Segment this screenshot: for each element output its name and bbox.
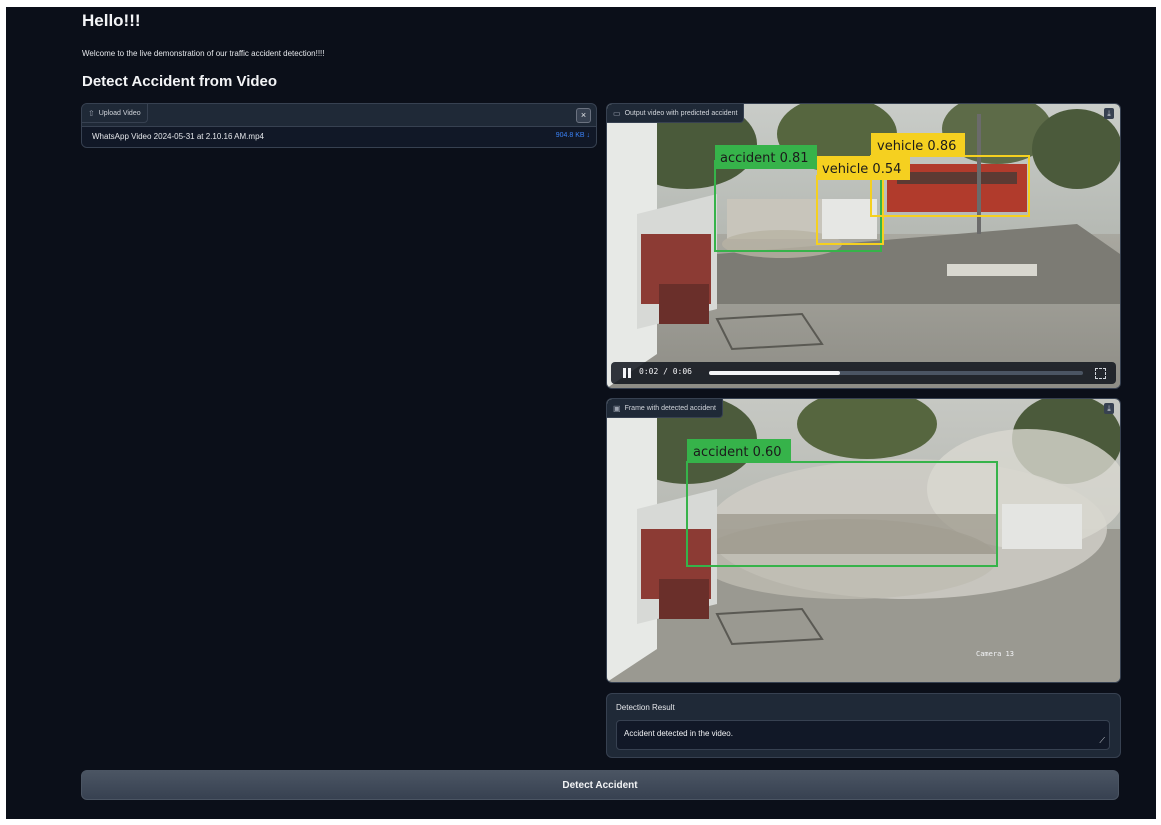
upload-video-label: ⇧ Upload Video: [82, 104, 148, 123]
detection-result-text: Accident detected in the video.: [624, 729, 733, 738]
detect-accident-button[interactable]: Detect Accident: [81, 770, 1119, 800]
file-download-link[interactable]: 904.8 KB ↓: [556, 132, 590, 139]
welcome-text: Welcome to the live demonstration of our…: [82, 49, 325, 58]
detected-frame-label-text: Frame with detected accident: [624, 404, 716, 412]
upload-video-block: ⇧ Upload Video × WhatsApp Video 2024-05-…: [81, 103, 597, 148]
file-name: WhatsApp Video 2024-05-31 at 2.10.16 AM.…: [92, 132, 264, 141]
detection-label-vehicle-2: vehicle 0.86: [877, 139, 956, 154]
section-title: Detect Accident from Video: [82, 73, 278, 90]
download-icon: ⤓: [1107, 404, 1111, 413]
output-video-label: ▭ Output video with predicted accident: [607, 104, 745, 123]
detection-label-accident: accident 0.81: [720, 151, 809, 166]
detected-frame-image: accident 0.60 Camera 13: [607, 399, 1120, 682]
clear-file-button[interactable]: ×: [576, 108, 591, 123]
uploaded-file-row: WhatsApp Video 2024-05-31 at 2.10.16 AM.…: [82, 126, 596, 147]
video-progress-fill: [709, 371, 840, 375]
detected-frame-block: ▣ Frame with detected accident ⤓ acciden…: [606, 398, 1121, 683]
pause-icon[interactable]: [623, 368, 631, 378]
close-icon: ×: [580, 110, 587, 120]
output-video-player[interactable]: accident 0.81 vehicle 0.54 vehicle 0.86: [607, 104, 1120, 388]
camera-overlay-text: Camera 13: [976, 650, 1014, 658]
detection-result-block: Detection Result Accident detected in th…: [606, 693, 1121, 758]
page-title: Hello!!!: [82, 11, 141, 30]
video-icon: ▭: [613, 108, 621, 118]
download-icon: ⤓: [1107, 109, 1111, 118]
output-video-block: ▭ Output video with predicted accident ⤓: [606, 103, 1121, 389]
download-frame-button[interactable]: ⤓: [1104, 403, 1114, 414]
upload-video-label-text: Upload Video: [98, 109, 141, 117]
output-video-label-text: Output video with predicted accident: [624, 109, 738, 117]
resize-handle-icon[interactable]: ⟋: [1099, 736, 1105, 746]
detected-frame-label: ▣ Frame with detected accident: [607, 399, 723, 418]
upload-icon: ⇧: [88, 108, 95, 118]
fullscreen-icon[interactable]: [1095, 368, 1106, 379]
video-controls: 0:02 / 0:06: [611, 362, 1116, 384]
image-icon: ▣: [613, 403, 621, 413]
detection-label-vehicle-1: vehicle 0.54: [822, 162, 901, 177]
download-video-button[interactable]: ⤓: [1104, 108, 1114, 119]
video-progress-bar[interactable]: [709, 371, 1083, 375]
detection-result-textbox[interactable]: Accident detected in the video. ⟋: [616, 720, 1110, 750]
frame-detection-label-accident: accident 0.60: [693, 445, 782, 460]
detection-result-label: Detection Result: [616, 703, 675, 712]
app-container: Hello!!! Welcome to the live demonstrati…: [6, 7, 1156, 819]
video-time: 0:02 / 0:06: [639, 367, 692, 376]
